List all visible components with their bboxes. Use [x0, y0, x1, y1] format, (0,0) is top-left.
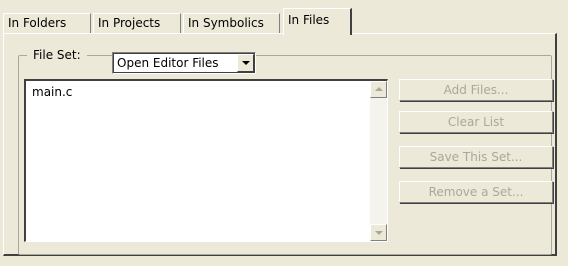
clear-list-button[interactable]: Clear List — [399, 111, 553, 133]
scroll-down-button[interactable] — [370, 224, 387, 241]
tab-in-symbolics[interactable]: In Symbolics — [183, 13, 280, 33]
tab-in-folders[interactable]: In Folders — [3, 13, 91, 33]
add-files-button[interactable]: Add Files... — [399, 79, 553, 101]
file-set-label: File Set: — [27, 48, 87, 62]
tab-in-projects[interactable]: In Projects — [93, 13, 181, 33]
dropdown-button[interactable] — [237, 54, 254, 72]
file-set-value: Open Editor Files — [117, 56, 219, 70]
remove-set-button[interactable]: Remove a Set... — [399, 181, 553, 203]
tab-in-files[interactable]: In Files — [283, 8, 352, 35]
file-set-dropdown[interactable]: Open Editor Files — [112, 52, 256, 74]
vertical-scrollbar[interactable] — [370, 81, 387, 241]
save-set-button[interactable]: Save This Set... — [399, 146, 553, 168]
list-item[interactable]: main.c — [32, 84, 72, 100]
arrow-down-icon — [375, 231, 383, 235]
chevron-down-icon — [242, 61, 250, 65]
arrow-up-icon — [375, 87, 383, 91]
file-list[interactable]: main.c — [24, 79, 388, 242]
scroll-up-button[interactable] — [370, 81, 387, 98]
